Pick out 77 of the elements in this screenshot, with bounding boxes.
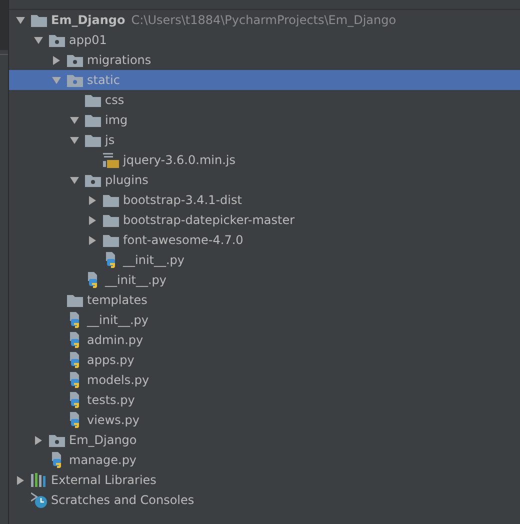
clock-icon — [31, 492, 47, 508]
folder-icon — [85, 134, 101, 146]
folder-icon — [103, 194, 119, 206]
folder-icon — [67, 294, 83, 306]
item-name: plugins — [105, 172, 148, 189]
js-file-icon — [103, 152, 119, 168]
tree-item[interactable]: Em_Django — [9, 430, 520, 450]
expand-arrow-icon[interactable] — [34, 436, 42, 444]
item-name: Em_Django — [51, 12, 126, 29]
tree-item[interactable]: views.py — [9, 410, 520, 430]
collapse-arrow-icon[interactable] — [16, 16, 24, 24]
expand-arrow-icon[interactable] — [16, 476, 24, 484]
package-folder-icon — [67, 54, 83, 66]
tree-item[interactable]: apps.py — [9, 350, 520, 370]
collapse-arrow-icon[interactable] — [34, 36, 42, 44]
resource-folder-icon — [67, 74, 83, 86]
tree-item[interactable]: manage.py — [9, 450, 520, 470]
expand-arrow-icon[interactable] — [88, 196, 96, 204]
item-name: __init__.py — [87, 312, 149, 329]
item-name: font-awesome-4.7.0 — [123, 232, 244, 249]
item-name: jquery-3.6.0.min.js — [123, 152, 236, 169]
tree-item[interactable]: __init__.py — [9, 310, 520, 330]
tree-item[interactable]: __init__.py — [9, 270, 520, 290]
item-name: migrations — [87, 52, 152, 69]
item-name: models.py — [87, 372, 150, 389]
collapse-arrow-icon[interactable] — [70, 116, 78, 124]
item-name: tests.py — [87, 392, 135, 409]
folder-icon — [103, 234, 119, 246]
item-name: templates — [87, 292, 148, 309]
tree-item[interactable]: bootstrap-datepicker-master — [9, 210, 520, 230]
tree-item[interactable]: jquery-3.6.0.min.js — [9, 150, 520, 170]
item-name: views.py — [87, 412, 140, 429]
tree-item[interactable]: app01 — [9, 30, 520, 50]
tree-item[interactable]: __init__.py — [9, 250, 520, 270]
item-name: manage.py — [69, 452, 137, 469]
collapse-arrow-icon[interactable] — [70, 136, 78, 144]
folder-icon — [103, 214, 119, 226]
collapse-arrow-icon[interactable] — [70, 176, 78, 184]
tree-item[interactable]: templates — [9, 290, 520, 310]
item-name: app01 — [69, 32, 107, 49]
tree-item[interactable]: plugins — [9, 170, 520, 190]
expand-arrow-icon[interactable] — [88, 216, 96, 224]
item-name: bootstrap-3.4.1-dist — [123, 192, 242, 209]
tree-item[interactable]: Em_Django C:\Users\t1884\PycharmProjects\Em_Django — [9, 10, 520, 30]
expand-arrow-icon[interactable] — [52, 56, 60, 64]
item-name: Scratches and Consoles — [51, 492, 194, 509]
item-name: bootstrap-datepicker-master — [123, 212, 295, 229]
item-name: img — [105, 112, 128, 129]
project-path: C:\Users\t1884\PycharmProjects\Em_Django — [131, 12, 396, 29]
item-name: apps.py — [87, 352, 134, 369]
item-name: __init__.py — [123, 252, 185, 269]
item-name: static — [87, 72, 120, 89]
tree-item[interactable]: tests.py — [9, 390, 520, 410]
tree-item[interactable]: img — [9, 110, 520, 130]
item-name: js — [105, 132, 115, 149]
tree-item[interactable]: js — [9, 130, 520, 150]
package-folder-icon — [85, 174, 101, 186]
folder-icon — [85, 114, 101, 126]
tree-item[interactable]: migrations — [9, 50, 520, 70]
package-folder-icon — [49, 434, 65, 446]
tree-item[interactable]: models.py — [9, 370, 520, 390]
item-name: admin.py — [87, 332, 144, 349]
expand-arrow-icon[interactable] — [88, 236, 96, 244]
tree-item[interactable]: font-awesome-4.7.0 — [9, 230, 520, 250]
folder-icon — [31, 14, 47, 26]
tree-item[interactable]: External Libraries — [9, 470, 520, 490]
tree-item[interactable]: css — [9, 90, 520, 110]
tree-item[interactable]: admin.py — [9, 330, 520, 350]
folder-icon — [85, 94, 101, 106]
item-name: css — [105, 92, 124, 109]
item-name: Em_Django — [69, 432, 137, 449]
item-name: __init__.py — [105, 272, 167, 289]
item-name: External Libraries — [51, 472, 156, 489]
tree-item[interactable]: Scratches and Consoles — [9, 490, 520, 510]
libraries-icon — [31, 473, 47, 487]
tree-item[interactable]: bootstrap-3.4.1-dist — [9, 190, 520, 210]
package-folder-icon — [49, 34, 65, 46]
